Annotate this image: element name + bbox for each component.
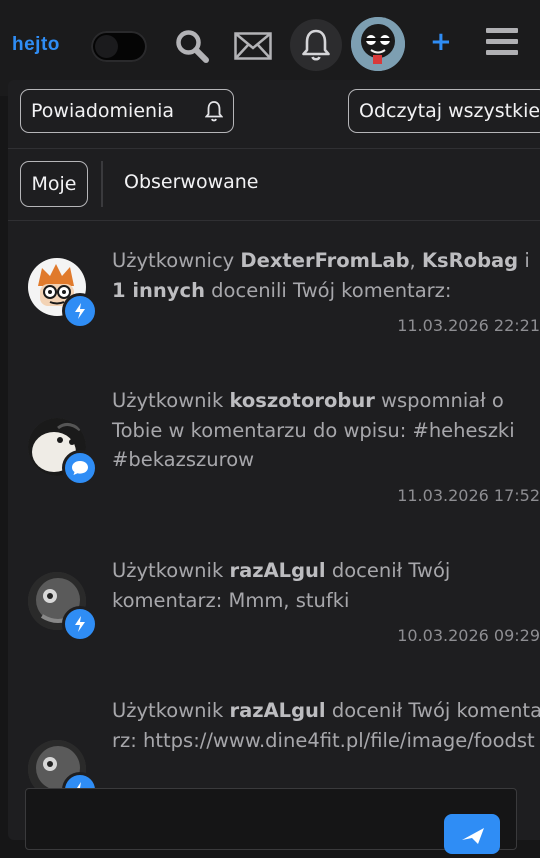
notification-text: Użytkownik razALgul docenił Twój komenta… bbox=[112, 559, 451, 612]
add-post-button[interactable]: + bbox=[430, 27, 452, 57]
lightning-icon bbox=[62, 606, 98, 642]
send-button[interactable] bbox=[444, 814, 500, 854]
notification-text: Użytkownik koszotorobur wspomniał o Tobi… bbox=[112, 389, 515, 471]
notification-time: 11.03.2026 22:21 bbox=[397, 316, 540, 335]
send-icon bbox=[462, 828, 484, 844]
tab-separator bbox=[101, 161, 103, 207]
lightning-icon bbox=[62, 293, 98, 329]
menu-icon[interactable] bbox=[486, 28, 518, 60]
username-link[interactable]: razALgul bbox=[229, 699, 325, 722]
notification-item[interactable]: Użytkownik razALgul docenił Twój komenta… bbox=[28, 696, 540, 808]
bell-icon bbox=[302, 29, 330, 61]
notifications-bell-button[interactable] bbox=[290, 19, 342, 71]
notification-text: Użytkownik razALgul docenił Twój komenta… bbox=[112, 699, 540, 752]
search-icon[interactable] bbox=[170, 24, 214, 68]
notification-item[interactable]: Użytkownik razALgul docenił Twój komenta… bbox=[28, 556, 540, 656]
tab-obserwowane[interactable]: Obserwowane bbox=[124, 171, 259, 193]
mark-all-read-button[interactable]: Odczytaj wszystkie bbox=[348, 89, 540, 133]
notification-time: 11.03.2026 17:52 bbox=[397, 486, 540, 505]
notification-item[interactable]: Użytkownicy DexterFromLab, KsRobag i 1 i… bbox=[28, 246, 540, 346]
tab-moje[interactable]: Moje bbox=[20, 161, 88, 207]
divider bbox=[8, 220, 540, 221]
notifications-button-label: Powiadomienia bbox=[31, 100, 174, 122]
username-link[interactable]: DexterFromLab bbox=[240, 249, 409, 272]
notifications-button[interactable]: Powiadomienia bbox=[20, 89, 234, 133]
notification-item[interactable]: Użytkownik koszotorobur wspomniał o Tobi… bbox=[28, 386, 540, 516]
username-link[interactable]: razALgul bbox=[229, 559, 325, 582]
divider bbox=[8, 148, 540, 149]
username-link[interactable]: KsRobag bbox=[422, 249, 518, 272]
toggle-knob bbox=[95, 35, 118, 58]
hejto-logo[interactable]: hejto bbox=[12, 34, 60, 56]
bell-icon bbox=[205, 101, 223, 122]
page-edge bbox=[0, 96, 8, 833]
comment-icon bbox=[62, 450, 98, 486]
notification-text: Użytkownicy DexterFromLab, KsRobag i 1 i… bbox=[112, 249, 530, 302]
username-link[interactable]: koszotorobur bbox=[229, 389, 374, 412]
others-link[interactable]: 1 innych bbox=[112, 279, 205, 302]
theme-toggle[interactable] bbox=[91, 31, 147, 62]
user-avatar[interactable] bbox=[351, 17, 405, 71]
notification-time: 10.03.2026 09:29 bbox=[397, 626, 540, 645]
mail-icon[interactable] bbox=[231, 24, 275, 68]
